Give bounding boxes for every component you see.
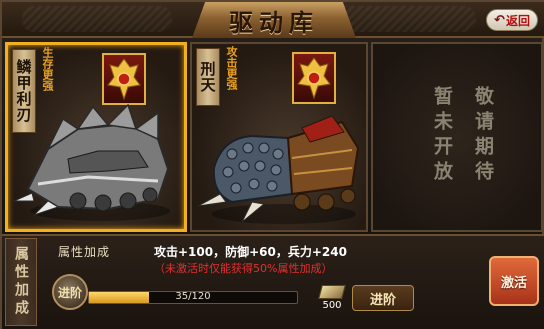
header-bar: 驱动库 ↶ 返回 [2, 2, 544, 38]
attribute-side-label: 属性加成 [5, 238, 37, 326]
advance-cost-value: 500 [322, 300, 342, 311]
advance-icon: 进阶 [52, 274, 88, 310]
advance-icon-label: 进阶 [57, 285, 82, 300]
locked-message: 敬请期待 暂未开放 [423, 86, 503, 186]
crest-icon [292, 52, 336, 104]
back-button[interactable]: ↶ 返回 [486, 9, 538, 31]
page-title: 驱动库 [229, 7, 319, 37]
title-plate: 驱动库 [192, 2, 356, 38]
vehicle-armored-blade-icon [13, 103, 170, 221]
drive-card-xing-tian[interactable]: 刑天 攻击更强 [190, 42, 368, 232]
advance-progress-bar: 35/120 [88, 291, 298, 304]
drive-card-lin-jia-li-ren[interactable]: 鳞甲利刃 生存更强 [5, 42, 187, 232]
attribute-bonus-note: （未激活时仅能获得50%属性加成） [154, 262, 333, 275]
back-label: 返回 [505, 13, 530, 28]
locked-line-not-open: 暂未开放 [431, 86, 453, 186]
dragon-ornament-left-icon [22, 6, 172, 32]
advance-button[interactable]: 进阶 [352, 285, 414, 311]
back-arrow-icon: ↶ [494, 12, 505, 28]
ingot-icon [318, 285, 346, 299]
drive-card-locked: 敬请期待 暂未开放 [371, 42, 543, 232]
advance-cost: 500 [314, 285, 350, 311]
activate-button[interactable]: 激活 [489, 256, 539, 306]
card-perk: 攻击更强 [225, 46, 238, 90]
attribute-bonus-title: 属性加成 [58, 245, 111, 259]
attribute-bonus-values: 攻击+100，防御+60，兵力+240 [154, 245, 347, 259]
locked-line-coming-soon: 敬请期待 [472, 86, 494, 186]
drive-library-window: 驱动库 ↶ 返回 鳞甲利刃 生存更强 刑天 攻击更强 敬请期待 暂未开放 属性加… [0, 0, 544, 329]
advance-progress-text: 35/120 [175, 291, 211, 302]
vehicle-xing-tian-icon [197, 115, 360, 224]
